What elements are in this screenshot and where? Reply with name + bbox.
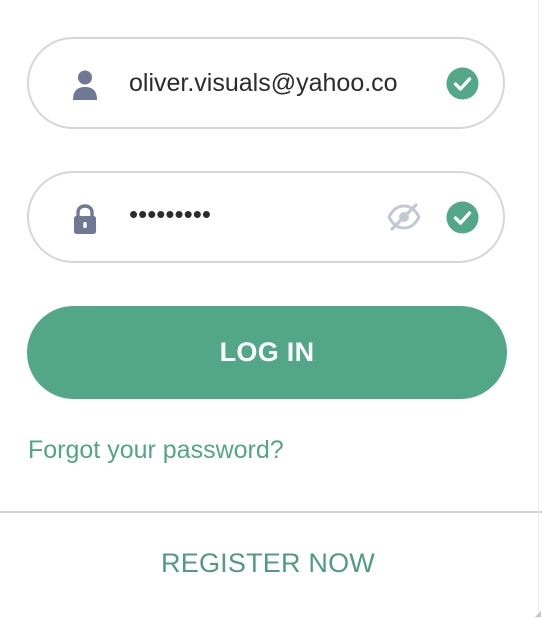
check-circle-icon bbox=[446, 67, 479, 100]
resize-grip-icon[interactable] bbox=[535, 611, 541, 617]
email-value: oliver.visuals@yahoo.co bbox=[129, 69, 398, 97]
user-icon bbox=[73, 70, 97, 100]
password-field[interactable]: ••••••••• bbox=[27, 171, 505, 263]
divider bbox=[0, 511, 542, 513]
login-button-label: LOG IN bbox=[219, 337, 315, 367]
login-panel: oliver.visuals@yahoo.co ••••••••• LOG IN… bbox=[0, 0, 542, 618]
register-now-link[interactable]: REGISTER NOW bbox=[0, 548, 536, 579]
check-circle-icon bbox=[446, 201, 479, 234]
password-value: ••••••••• bbox=[129, 199, 211, 229]
panel-edge bbox=[538, 0, 539, 618]
lock-icon bbox=[74, 204, 96, 234]
login-button[interactable]: LOG IN bbox=[27, 306, 507, 399]
email-field[interactable]: oliver.visuals@yahoo.co bbox=[27, 37, 505, 129]
eye-off-icon[interactable] bbox=[387, 203, 421, 231]
forgot-password-link[interactable]: Forgot your password? bbox=[28, 436, 284, 465]
